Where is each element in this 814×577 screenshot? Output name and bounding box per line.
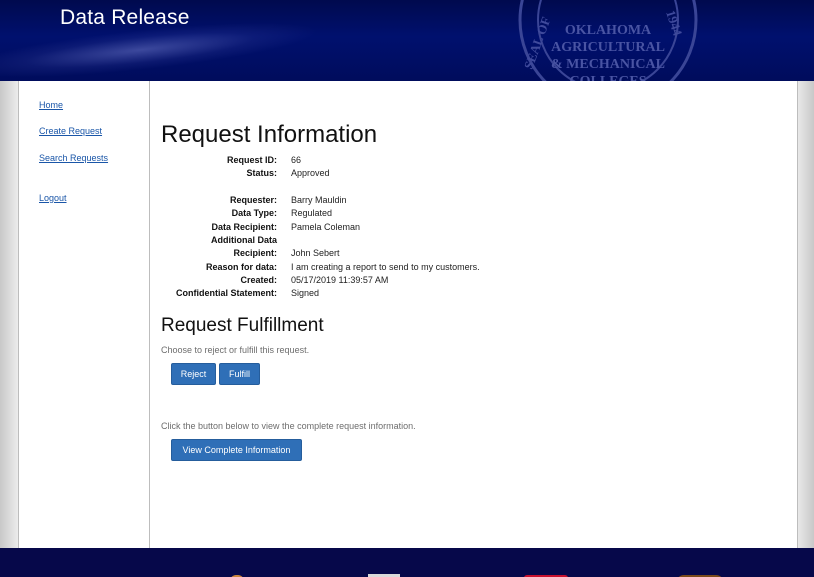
sidebar-item-home[interactable]: Home	[39, 100, 63, 110]
info-value: Barry Mauldin	[291, 195, 347, 205]
info-label: Reason for data:	[205, 262, 277, 272]
app-title: Data Release	[60, 6, 190, 29]
info-label: Recipient:	[233, 248, 277, 258]
info-value: 66	[291, 155, 302, 165]
info-label: Additional Data	[210, 235, 277, 245]
seal-line-1: OKLAHOMA	[565, 23, 652, 38]
info-value: Signed	[291, 288, 320, 298]
info-label: Requester:	[229, 195, 277, 205]
info-value: 05/17/2019 11:39:57 AM	[291, 275, 389, 285]
info-row-data-recipient: Data Recipient: Pamela Coleman	[151, 221, 651, 234]
sidebar-nav: Home Create Request Search Requests Logo…	[19, 81, 150, 548]
sidebar-item-create-request[interactable]: Create Request	[39, 126, 102, 136]
site-footer	[0, 548, 814, 577]
info-row-created: Created: 05/17/2019 11:39:57 AM	[151, 274, 651, 287]
seal-line-4: COLLEGES	[569, 74, 646, 81]
view-complete-information-button[interactable]: View Complete Information	[171, 439, 302, 461]
fulfill-button[interactable]: Fulfill	[219, 363, 260, 385]
request-fulfillment-heading: Request Fulfillment	[161, 315, 324, 336]
sidebar-item-logout[interactable]: Logout	[39, 193, 67, 203]
info-row-recipient: Recipient: John Sebert	[151, 247, 651, 260]
info-row-request-id: Request ID: 66	[151, 154, 651, 167]
seal-line-3: & MECHANICAL	[551, 57, 665, 72]
info-label: Request ID:	[226, 155, 277, 165]
info-row-additional-data: Additional Data	[151, 234, 651, 247]
info-value: I am creating a report to send to my cus…	[291, 262, 480, 272]
seal-ring-left-text: SEAL OF	[521, 15, 554, 71]
info-value: Approved	[291, 168, 330, 178]
reject-button[interactable]: Reject	[171, 363, 216, 385]
info-label: Status:	[246, 168, 277, 178]
info-value: Regulated	[291, 208, 333, 218]
request-information-heading: Request Information	[161, 121, 378, 148]
view-info-hint: Click the button below to view the compl…	[161, 421, 416, 431]
fulfillment-instruction: Choose to reject or fulfill this request…	[161, 345, 310, 355]
content-frame: Home Create Request Search Requests Logo…	[18, 81, 798, 548]
seal-ring-right-text: 1944	[663, 8, 685, 38]
info-label: Data Type:	[231, 208, 277, 218]
info-label: Created:	[240, 275, 277, 285]
university-seal-logo: SEAL OF 1944 OKLAHOMA AGRICULTURAL & MEC…	[518, 0, 698, 81]
main-content: Request Information Request ID: 66 Statu…	[151, 81, 798, 548]
info-row-reason: Reason for data: I am creating a report …	[151, 261, 651, 274]
info-row-status: Status: Approved	[151, 167, 651, 180]
info-row-requester: Requester: Barry Mauldin	[151, 194, 651, 207]
seal-line-2: AGRICULTURAL	[551, 40, 665, 55]
info-value: Pamela Coleman	[291, 222, 361, 232]
sidebar-item-search-requests[interactable]: Search Requests	[39, 153, 108, 163]
site-header: Data Release SEAL OF 1944 OKLAHOMA AGRIC…	[0, 0, 814, 81]
info-row-confidential-statement: Confidential Statement: Signed	[151, 287, 651, 300]
info-label: Data Recipient:	[211, 222, 277, 232]
info-label: Confidential Statement:	[175, 288, 277, 298]
info-row-data-type: Data Type: Regulated	[151, 207, 651, 220]
info-value: John Sebert	[291, 248, 340, 258]
